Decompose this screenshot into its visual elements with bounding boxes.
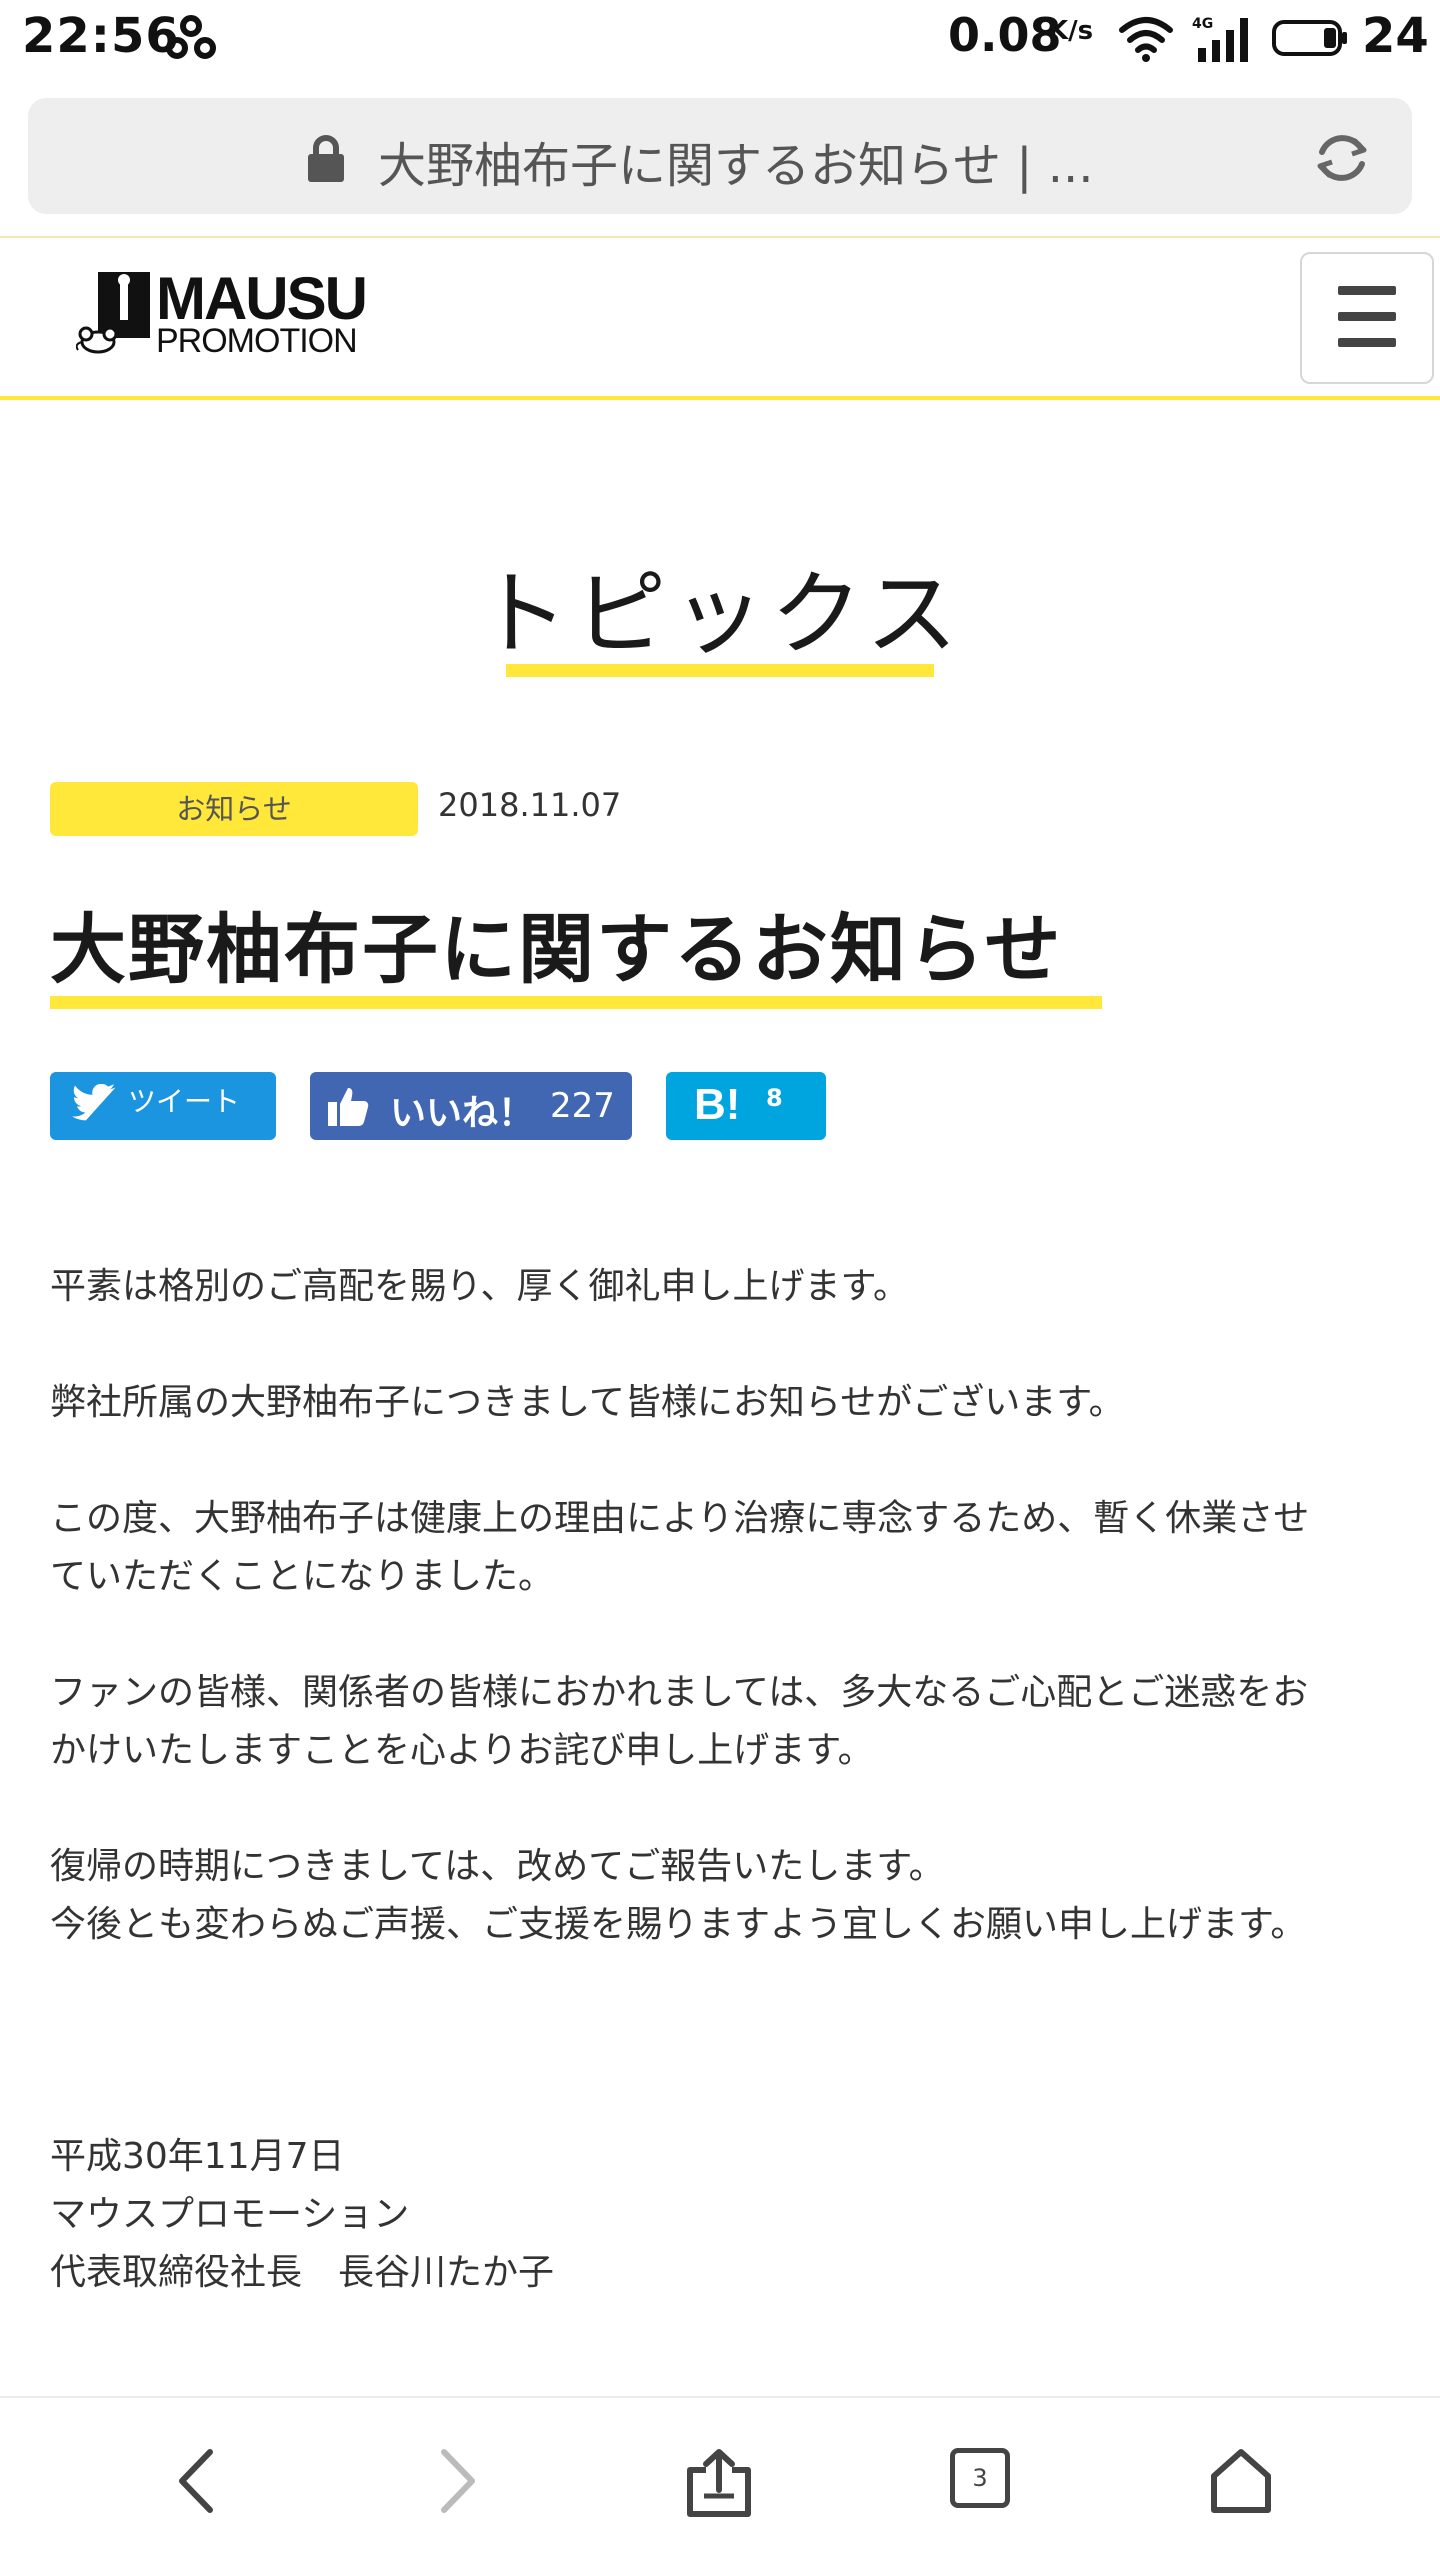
section-title-underline xyxy=(506,664,934,677)
article-paragraph: かけいたしますことを心よりお詫び申し上げます。 xyxy=(50,1730,874,1771)
page-title-url[interactable]: 大野柚布子に関するお知らせ | ... xyxy=(378,126,1094,196)
battery-level: 24 xyxy=(1362,8,1429,64)
like-count: 227 xyxy=(550,1086,615,1126)
thumbs-up-icon xyxy=(328,1088,369,1126)
cell-signal-icon: 4G xyxy=(1192,16,1248,62)
mouse-mascot-icon xyxy=(76,272,150,354)
back-icon[interactable] xyxy=(172,2448,222,2514)
app-notification-icon xyxy=(166,15,216,59)
facebook-like-button[interactable]: いいね！ 227 xyxy=(310,1072,632,1140)
article-paragraph: 平素は格別のご高配を賜り、厚く御礼申し上げます。 xyxy=(50,1266,909,1307)
tweet-button[interactable]: ツイート xyxy=(50,1072,276,1140)
signature-name: 代表取締役社長 長谷川たか子 xyxy=(50,2252,555,2293)
menu-icon xyxy=(1338,286,1396,295)
hamburger-menu-button[interactable] xyxy=(1300,252,1434,384)
share-icon[interactable] xyxy=(684,2448,754,2518)
network-speed: 0.08 xyxy=(948,8,1062,62)
article-paragraph: ファンの皆様、関係者の皆様におかれましては、多大なるご心配とご迷惑をお xyxy=(50,1672,1309,1713)
category-badge[interactable]: お知らせ xyxy=(50,782,418,836)
lock-icon xyxy=(308,135,344,182)
wifi-icon xyxy=(1119,17,1173,62)
site-logo[interactable]: MAUSU PROMOTION xyxy=(48,264,378,364)
article-paragraph: ていただくことになりました。 xyxy=(50,1556,555,1597)
article-paragraph: 弊社所属の大野柚布子につきまして皆様にお知らせがございます。 xyxy=(50,1382,1125,1423)
hatena-count: 8 xyxy=(766,1084,783,1112)
forward-icon[interactable] xyxy=(432,2448,482,2514)
status-time: 22:56 xyxy=(22,8,180,64)
article-title: 大野柚布子に関するお知らせ xyxy=(50,905,1063,994)
article-paragraph: この度、大野柚布子は健康上の理由により治療に専念するため、暫く休業させ xyxy=(50,1498,1310,1539)
reload-icon[interactable] xyxy=(1310,126,1374,190)
tabs-counter-icon[interactable]: 3 xyxy=(950,2448,1010,2508)
battery-icon xyxy=(1272,20,1347,56)
home-icon[interactable] xyxy=(1208,2448,1274,2514)
twitter-bird-icon xyxy=(72,1084,116,1121)
signature-date: 平成30年11月7日 xyxy=(50,2136,345,2177)
signature-company: マウスプロモーション xyxy=(50,2194,410,2235)
like-label: いいね！ xyxy=(390,1093,535,1134)
network-speed-unit: K/s xyxy=(1048,16,1094,46)
hatena-bookmark-button[interactable]: B! 8 xyxy=(666,1072,826,1140)
site-header: MAUSU PROMOTION xyxy=(0,236,1440,400)
article-paragraph: 今後とも変わらぬご声援、ご支援を賜りますよう宜しくお願い申し上げます。 xyxy=(50,1904,1307,1945)
hatena-icon: B! xyxy=(694,1080,741,1129)
logo-text-sub: PROMOTION xyxy=(156,322,358,360)
browser-bottom-nav: 3 xyxy=(0,2396,1440,2562)
address-bar[interactable]: 大野柚布子に関するお知らせ | ... xyxy=(28,98,1412,214)
status-bar: 22:56 0.08 K/s 4G 24 xyxy=(0,0,1440,78)
network-type: 4G xyxy=(1192,16,1213,32)
article-paragraph: 復帰の時期につきましては、改めてご報告いたします。 xyxy=(50,1846,945,1887)
section-title: トピックス xyxy=(476,561,964,668)
menu-icon-bar xyxy=(1338,312,1396,321)
article-title-underline xyxy=(50,996,1102,1009)
post-date: 2018.11.07 xyxy=(438,786,622,824)
tweet-label: ツイート xyxy=(128,1085,241,1118)
menu-icon-bar xyxy=(1338,338,1396,347)
